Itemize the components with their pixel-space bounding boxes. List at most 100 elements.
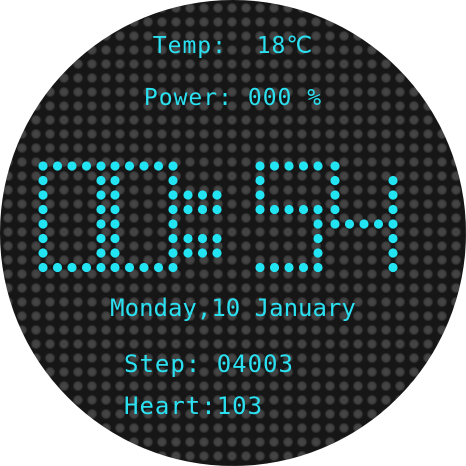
time-dot: [388, 219, 398, 229]
time-dot: [81, 262, 92, 273]
time-digit-4: [330, 161, 398, 273]
time-dot: [168, 190, 178, 200]
time-dot: [38, 190, 48, 200]
time-colon: [183, 190, 222, 258]
time-dot: [330, 175, 340, 186]
time-dot: [298, 204, 309, 215]
time-dot: [110, 190, 120, 200]
time-dot: [330, 204, 340, 215]
steps-label: Step:: [124, 350, 202, 378]
time-dot: [197, 190, 208, 200]
time-dot: [313, 248, 323, 258]
heart-label: Heart:: [124, 392, 217, 420]
time-dot: [183, 233, 193, 244]
time-dot: [38, 233, 48, 244]
time-dot: [284, 161, 294, 171]
time-dot: [110, 219, 120, 229]
time-dot: [96, 204, 106, 215]
time-dot: [183, 190, 193, 200]
time-dot: [313, 204, 323, 215]
time-dot: [269, 161, 280, 171]
time-dot: [388, 248, 398, 258]
time-dot: [110, 233, 120, 244]
time-dot: [330, 161, 340, 171]
time-dot: [359, 219, 369, 229]
time-dot: [330, 190, 340, 200]
time-dot: [96, 190, 106, 200]
heart-value: 103: [216, 392, 264, 420]
time-dot: [96, 248, 106, 258]
steps-row: Step: 04003: [124, 350, 384, 378]
time-dot: [168, 204, 178, 215]
time-dot: [255, 161, 265, 171]
time-dot: [139, 161, 149, 171]
time-dot: [110, 175, 120, 186]
time-dot: [183, 248, 193, 258]
time-dot: [168, 175, 178, 186]
time-dot: [373, 219, 384, 229]
time-dot: [197, 233, 208, 244]
time-digit-0: [38, 161, 106, 273]
time-dot: [96, 233, 106, 244]
time-dot: [344, 219, 355, 229]
time-dot: [96, 219, 106, 229]
time-dot: [388, 204, 398, 215]
time-dot: [212, 233, 222, 244]
time-dot: [388, 233, 398, 244]
time-dot: [52, 161, 63, 171]
steps-value: 04003: [216, 350, 294, 378]
time-dot: [284, 204, 294, 215]
time-dot: [110, 204, 120, 215]
time-dot: [388, 262, 398, 273]
time-dot: [183, 204, 193, 215]
time-dot: [52, 262, 63, 273]
time-dot: [38, 248, 48, 258]
time-dot: [255, 190, 265, 200]
time-dot: [38, 204, 48, 215]
time-dot: [110, 262, 120, 273]
time-dot: [168, 161, 178, 171]
time-dot: [388, 175, 398, 186]
time-dot: [124, 161, 135, 171]
time-dot: [168, 233, 178, 244]
time-dot: [388, 190, 398, 200]
time-dot: [81, 161, 92, 171]
time-dot: [212, 190, 222, 200]
time-dot: [330, 219, 340, 229]
time-dot: [153, 262, 164, 273]
time-dot: [313, 161, 323, 171]
time-dot: [168, 219, 178, 229]
heart-row: Heart:103: [124, 392, 384, 420]
time-dot: [168, 248, 178, 258]
time-dot: [255, 175, 265, 186]
time-dot: [96, 161, 106, 171]
time-digit-0: [110, 161, 178, 273]
time-dot: [139, 262, 149, 273]
time-dot: [38, 161, 48, 171]
time-dot: [67, 262, 77, 273]
time-dot: [284, 262, 294, 273]
time-dot: [313, 233, 323, 244]
time-dot: [313, 262, 323, 273]
time-dot: [38, 175, 48, 186]
time-dot: [38, 262, 48, 273]
time-digit-5: [255, 161, 323, 273]
time-display: [38, 161, 398, 273]
time-dot: [96, 262, 106, 273]
time-dot: [124, 262, 135, 273]
time-dot: [255, 262, 265, 273]
time-dot: [110, 248, 120, 258]
time-dot: [298, 161, 309, 171]
time-dot: [269, 262, 280, 273]
time-dot: [168, 262, 178, 273]
time-dot: [110, 161, 120, 171]
time-dot: [67, 161, 77, 171]
time-dot: [313, 219, 323, 229]
time-dot: [269, 204, 280, 215]
time-dot: [153, 161, 164, 171]
time-dot: [197, 248, 208, 258]
watch-face: Temp: 18℃ Power: 000 % Monday,10 January…: [0, 0, 466, 466]
date-text: Monday,10 January: [110, 294, 356, 322]
time-dot: [197, 204, 208, 215]
time-dot: [38, 219, 48, 229]
